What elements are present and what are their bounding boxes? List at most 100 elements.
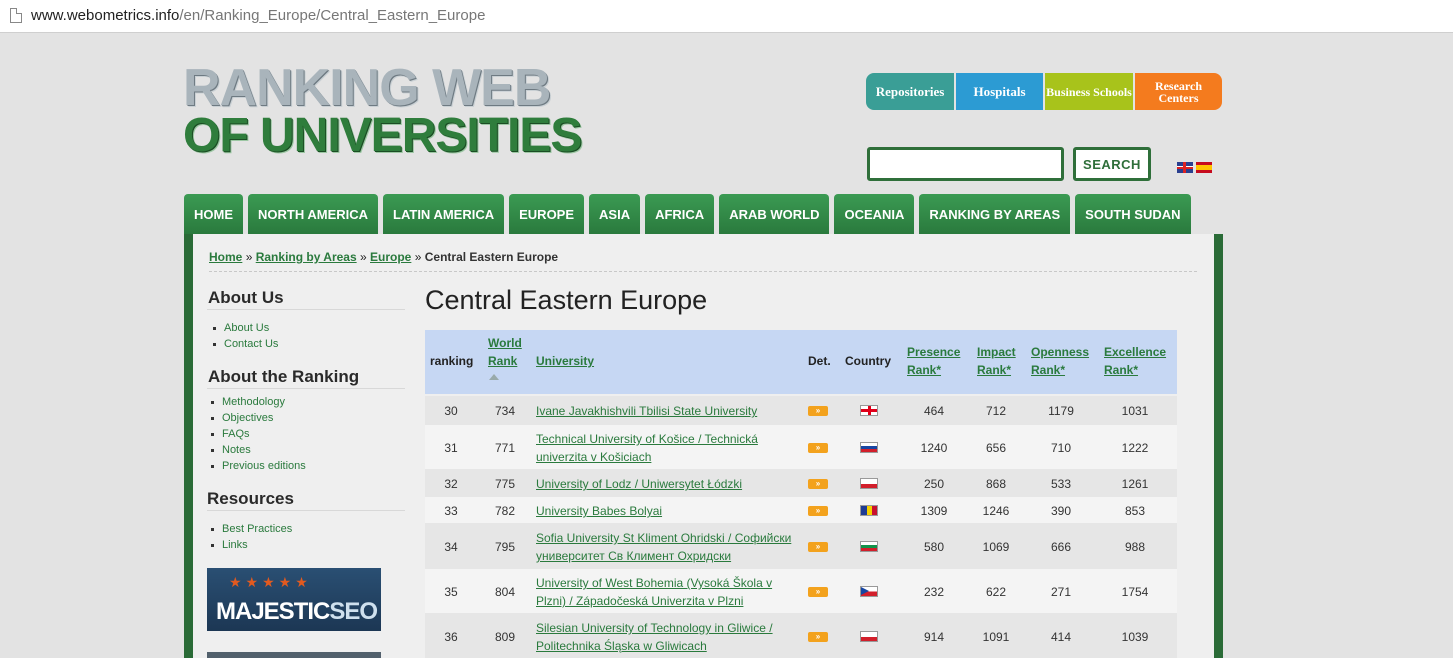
sidebar-item-faqs[interactable]: FAQs (208, 426, 306, 442)
cell-world-rank: 804 (494, 585, 516, 599)
cell-excellence: 1754 (1121, 585, 1149, 599)
divider (207, 388, 405, 389)
resources-list: Best Practices Links (208, 521, 292, 553)
details-icon[interactable]: » (808, 587, 828, 597)
hospitals-button[interactable]: Hospitals (956, 73, 1043, 110)
address-bar[interactable]: www.webometrics.info/en/Ranking_Europe/C… (0, 0, 1453, 33)
nav-north-america[interactable]: NORTH AMERICA (248, 194, 379, 234)
sidebar-item-links[interactable]: Links (208, 537, 292, 553)
nav-oceania[interactable]: OCEANIA (834, 194, 915, 234)
breadcrumb-home[interactable]: Home (209, 250, 242, 264)
nav-africa[interactable]: AFRICA (645, 194, 715, 234)
cell-impact: 656 (985, 441, 1007, 455)
details-icon[interactable]: » (808, 406, 828, 416)
cell-excellence: 853 (1124, 504, 1146, 518)
cell-openness: 1179 (1048, 404, 1074, 418)
majestic-seo-banner[interactable]: ★★★★★ MAJESTICSEO (207, 568, 381, 631)
header-excellence-line1[interactable]: Excellence (1104, 345, 1166, 359)
header-presence-line2[interactable]: Rank* (907, 363, 941, 377)
header-openness-line1[interactable]: Openness (1031, 345, 1089, 359)
cell-world-rank: 782 (494, 504, 516, 518)
cell-excellence: 1039 (1121, 630, 1149, 644)
cell-university-link[interactable]: Technical University of Košice / Technic… (536, 430, 798, 466)
header-impact-line1[interactable]: Impact (977, 345, 1016, 359)
breadcrumb-europe[interactable]: Europe (370, 250, 411, 264)
sidebar-item-notes[interactable]: Notes (208, 442, 306, 458)
sidebar-item-about-us[interactable]: About Us (210, 320, 278, 336)
page-title: Central Eastern Europe (425, 285, 708, 315)
sidebar-item-objectives[interactable]: Objectives (208, 410, 306, 426)
header-openness-line2[interactable]: Rank* (1031, 363, 1065, 377)
breadcrumb-areas[interactable]: Ranking by Areas (256, 250, 357, 264)
header-impact-line2[interactable]: Rank* (977, 363, 1011, 377)
header-excellence-line2[interactable]: Rank* (1104, 363, 1138, 377)
cell-impact: 1091 (982, 630, 1010, 644)
header-world-rank-line1[interactable]: World (488, 336, 522, 350)
cell-presence: 1309 (920, 504, 948, 518)
cell-university-link[interactable]: University of West Bohemia (Vysoká Škola… (536, 574, 798, 610)
business-schools-button[interactable]: Business Schools (1045, 73, 1133, 110)
nav-ranking-by-areas[interactable]: RANKING BY AREAS (919, 194, 1071, 234)
cell-university-link[interactable]: Sofia University St Kliment Ohridski / С… (536, 529, 798, 565)
details-icon[interactable]: » (808, 542, 828, 552)
url-text[interactable]: www.webometrics.info/en/Ranking_Europe/C… (31, 7, 485, 24)
header-university[interactable]: University (536, 354, 594, 368)
site-logo[interactable]: RANKING WEB OF UNIVERSITIES (183, 62, 613, 162)
header-presence-line1[interactable]: Presence (907, 345, 960, 359)
table-row: 36 809 Silesian University of Technology… (425, 614, 1177, 658)
english-flag-icon[interactable] (1177, 162, 1193, 173)
cell-impact: 1069 (982, 540, 1010, 554)
nav-arab-world[interactable]: ARAB WORLD (719, 194, 830, 234)
stars-icon: ★★★★★ (229, 574, 312, 590)
cell-openness: 390 (1050, 504, 1072, 518)
cell-openness: 710 (1050, 441, 1072, 455)
repositories-button[interactable]: Repositories (866, 73, 954, 110)
nav-latin-america[interactable]: LATIN AMERICA (383, 194, 505, 234)
cell-openness: 666 (1050, 540, 1072, 554)
cell-presence: 464 (923, 404, 945, 418)
details-icon[interactable]: » (808, 443, 828, 453)
table-row: 32 775 University of Lodz / Uniwersytet … (425, 470, 1177, 497)
sort-ascending-icon[interactable] (489, 374, 499, 380)
sidebar-banner-2[interactable] (207, 652, 381, 658)
sidebar-resources-title: Resources (207, 489, 294, 508)
sidebar-item-contact-us[interactable]: Contact Us (210, 336, 278, 352)
divider (207, 309, 405, 310)
sidebar-item-best-practices[interactable]: Best Practices (208, 521, 292, 537)
research-centers-button[interactable]: Research Centers (1135, 73, 1222, 110)
search-button[interactable]: SEARCH (1073, 147, 1151, 181)
nav-home[interactable]: HOME (184, 194, 243, 234)
nav-south-sudan[interactable]: SOUTH SUDAN (1075, 194, 1191, 234)
nav-asia[interactable]: ASIA (589, 194, 641, 234)
details-icon[interactable]: » (808, 506, 828, 516)
about-ranking-list: Methodology Objectives FAQs Notes Previo… (208, 394, 306, 474)
cell-excellence: 988 (1124, 540, 1146, 554)
breadcrumb-divider (209, 271, 1197, 272)
sidebar-item-previous-editions[interactable]: Previous editions (208, 458, 306, 474)
search-input[interactable] (867, 147, 1064, 181)
cell-impact: 622 (985, 585, 1007, 599)
cell-university-link[interactable]: University of Lodz / Uniwersytet Łódzki (536, 475, 798, 493)
cell-world-rank: 775 (494, 477, 516, 491)
majestic-seo-text: MAJESTICSEO (216, 598, 378, 625)
cell-university-link[interactable]: University Babes Bolyai (536, 502, 798, 520)
details-icon[interactable]: » (808, 479, 828, 489)
cell-university-link[interactable]: Silesian University of Technology in Gli… (536, 619, 798, 655)
sidebar-item-methodology[interactable]: Methodology (208, 394, 306, 410)
cell-presence: 250 (923, 477, 945, 491)
divider (207, 510, 405, 511)
bulgaria-flag-icon (860, 541, 878, 552)
spanish-flag-icon[interactable] (1196, 162, 1212, 173)
header-world-rank-line2[interactable]: Rank (488, 354, 517, 368)
nav-europe[interactable]: EUROPE (509, 194, 585, 234)
cell-ranking: 31 (444, 441, 458, 455)
table-header: ranking World Rank University Det. Count… (425, 330, 1177, 394)
main-nav: HOME NORTH AMERICA LATIN AMERICA EUROPE … (184, 194, 1191, 234)
cell-presence: 914 (923, 630, 945, 644)
cell-ranking: 33 (444, 504, 458, 518)
details-icon[interactable]: » (808, 632, 828, 642)
ranking-table: 30 734 Ivane Javakhishvili Tbilisi State… (425, 396, 1177, 658)
cell-world-rank: 734 (494, 404, 516, 418)
header-country: Country (845, 354, 891, 368)
cell-university-link[interactable]: Ivane Javakhishvili Tbilisi State Univer… (536, 402, 798, 420)
